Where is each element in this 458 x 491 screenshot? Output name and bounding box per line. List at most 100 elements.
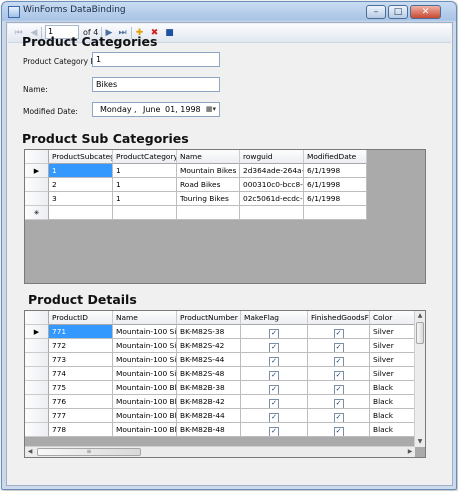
checkbox-cell[interactable]: ✓ [241,423,308,437]
checkbox-cell[interactable]: ✓ [308,325,370,339]
column-header[interactable]: ProductID [49,311,113,325]
table-cell[interactable]: Silver [370,325,415,339]
table-cell[interactable]: BK-M82S-42 [177,339,241,353]
table-cell[interactable]: Mountain-100 Sil... [113,339,177,353]
table-cell[interactable]: Black [370,423,415,437]
checkbox-cell[interactable]: ✓ [241,409,308,423]
vertical-scrollbar[interactable]: ▲ ▼ [414,311,425,447]
new-row-indicator[interactable]: ✳ [25,206,49,220]
column-header[interactable]: Name [177,150,240,164]
checkbox[interactable]: ✓ [269,343,279,352]
row-header[interactable] [25,367,49,381]
column-header[interactable]: ProductSubcategoryID [49,150,113,164]
row-header[interactable] [25,353,49,367]
table-cell[interactable]: Black [370,381,415,395]
checkbox-cell[interactable]: ✓ [308,381,370,395]
checkbox-cell[interactable]: ✓ [308,353,370,367]
table-cell[interactable]: Black [370,409,415,423]
checkbox-cell[interactable]: ✓ [241,353,308,367]
column-header[interactable]: FinishedGoodsFlag [308,311,370,325]
table-cell[interactable]: 2 [49,178,113,192]
table-cell[interactable]: 6/1/1998 [304,164,367,178]
checkbox-cell[interactable]: ✓ [308,409,370,423]
checkbox[interactable]: ✓ [269,357,279,366]
checkbox-cell[interactable]: ✓ [308,367,370,381]
checkbox-cell[interactable]: ✓ [308,395,370,409]
column-header[interactable]: ProductCategoryID [113,150,177,164]
table-cell[interactable]: Road Bikes [177,178,240,192]
checkbox[interactable]: ✓ [333,343,344,352]
checkbox[interactable]: ✓ [269,371,279,380]
row-header[interactable] [25,409,49,423]
current-row-indicator[interactable]: ▶ [25,325,49,339]
table-cell[interactable] [304,206,367,220]
table-cell[interactable] [177,206,240,220]
table-cell[interactable]: 776 [49,395,113,409]
checkbox[interactable]: ✓ [333,413,344,422]
table-cell[interactable]: 772 [49,339,113,353]
table-cell[interactable]: Mountain-100 Bla... [113,409,177,423]
category-id-field[interactable]: 1 [92,52,220,67]
table-cell[interactable]: Touring Bikes [177,192,240,206]
checkbox-cell[interactable]: ✓ [241,395,308,409]
vertical-scroll-thumb[interactable] [416,322,424,344]
column-header[interactable]: Color [370,311,415,325]
table-cell[interactable]: 02c5061d-ecdc-... [240,192,304,206]
checkbox[interactable]: ✓ [269,385,279,394]
products-grid[interactable]: ProductID Name ProductNumber MakeFlag Finish… [24,310,426,458]
grid-corner-header[interactable] [25,311,49,325]
checkbox[interactable]: ✓ [269,413,279,422]
checkbox-cell[interactable]: ✓ [241,381,308,395]
row-header[interactable] [25,423,49,437]
table-cell[interactable] [49,206,113,220]
table-cell[interactable]: Silver [370,353,415,367]
table-cell[interactable]: Mountain-100 Bla... [113,381,177,395]
table-cell[interactable]: Mountain Bikes [177,164,240,178]
table-cell[interactable]: 1 [49,164,113,178]
table-cell[interactable]: 6/1/1998 [304,192,367,206]
table-cell[interactable]: Silver [370,339,415,353]
table-cell[interactable]: BK-M82S-38 [177,325,241,339]
row-header[interactable] [25,381,49,395]
modified-date-picker[interactable]: Monday , June 01, 1998 ▦▾ [92,102,220,117]
table-cell[interactable]: BK-M82S-44 [177,353,241,367]
row-header[interactable] [25,178,49,192]
table-cell[interactable]: BK-M82B-38 [177,381,241,395]
table-cell[interactable]: Mountain-100 Bla... [113,395,177,409]
table-cell[interactable]: 000310c0-bcc8-... [240,178,304,192]
table-cell[interactable]: 2d364ade-264a-... [240,164,304,178]
save-button[interactable]: ■ [164,27,175,39]
maximize-button[interactable]: □ [388,5,408,19]
checkbox[interactable]: ✓ [269,329,279,338]
checkbox[interactable]: ✓ [333,329,344,338]
column-header[interactable]: ProductNumber [177,311,241,325]
table-cell[interactable]: 778 [49,423,113,437]
name-field[interactable]: Bikes [92,77,220,92]
table-cell[interactable]: BK-M82B-44 [177,409,241,423]
checkbox[interactable]: ✓ [333,399,344,408]
minimize-button[interactable]: – [366,5,386,19]
table-cell[interactable]: BK-M82B-48 [177,423,241,437]
checkbox[interactable]: ✓ [333,357,344,366]
table-cell[interactable]: Mountain-100 Sil... [113,325,177,339]
checkbox-cell[interactable]: ✓ [241,325,308,339]
column-header[interactable]: Name [113,311,177,325]
table-cell[interactable]: Mountain-100 Bla... [113,423,177,437]
checkbox[interactable]: ✓ [333,385,344,394]
checkbox[interactable]: ✓ [333,427,344,436]
scroll-left-arrow[interactable]: ◀ [25,447,35,457]
scroll-up-arrow[interactable]: ▲ [415,311,425,321]
table-cell[interactable]: Black [370,395,415,409]
table-cell[interactable]: Silver [370,367,415,381]
row-header[interactable] [25,339,49,353]
table-cell[interactable]: 1 [113,164,177,178]
column-header[interactable]: MakeFlag [241,311,308,325]
calendar-dropdown-icon[interactable]: ▦▾ [204,104,218,115]
horizontal-scroll-thumb[interactable]: ≡ [37,448,141,456]
table-cell[interactable]: Mountain-100 Sil... [113,367,177,381]
table-cell[interactable]: 771 [49,325,113,339]
checkbox-cell[interactable]: ✓ [241,367,308,381]
column-header[interactable]: ModifiedDate [304,150,367,164]
column-header[interactable]: rowguid [240,150,304,164]
table-cell[interactable]: 775 [49,381,113,395]
